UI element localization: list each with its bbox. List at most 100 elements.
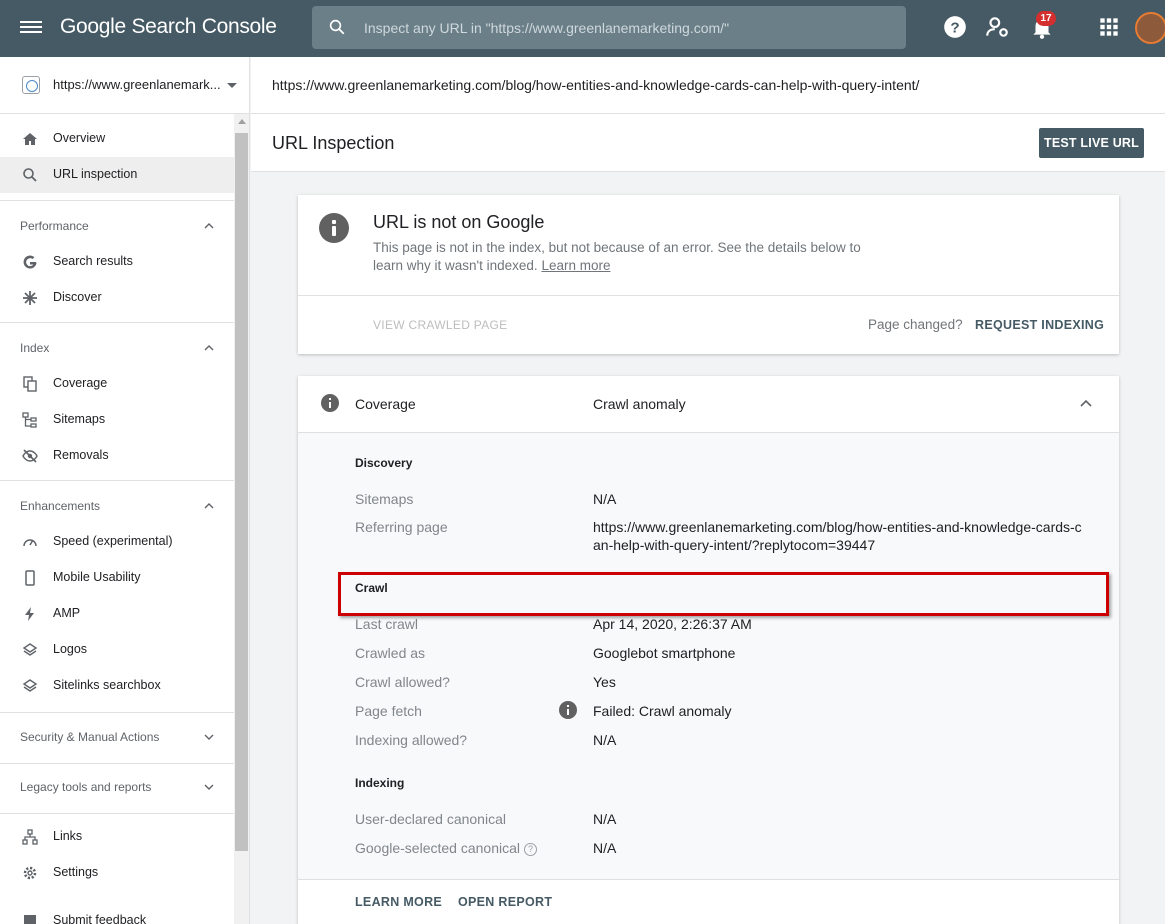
divider <box>0 480 234 481</box>
sidebar-item-amp[interactable]: AMP <box>0 596 234 632</box>
property-selector[interactable]: https://www.greenlanemark... <box>0 57 249 114</box>
crawl-allowed-label: Crawl allowed? <box>355 674 450 690</box>
indexing-allowed-label: Indexing allowed? <box>355 732 468 748</box>
crawled-as-value: Googlebot smartphone <box>593 645 736 661</box>
status-description: This page is not in the index, but not b… <box>373 240 861 273</box>
sidebar-item-logos[interactable]: Logos <box>0 632 234 668</box>
sidebar-item-sitelinks-searchbox[interactable]: Sitelinks searchbox <box>0 668 234 704</box>
crawled-as-label: Crawled as <box>355 645 426 661</box>
lightning-bolt-icon <box>25 607 34 621</box>
links-tree-icon <box>22 829 38 845</box>
property-label: https://www.greenlanemark... <box>53 77 221 92</box>
chevron-up-icon <box>204 345 214 351</box>
sidebar-item-mobile-usability[interactable]: Mobile Usability <box>0 560 234 596</box>
divider <box>0 712 234 713</box>
coverage-header[interactable]: Coverage Crawl anomaly <box>298 376 1119 433</box>
search-input[interactable] <box>364 6 894 49</box>
sidebar-item-removals[interactable]: Removals <box>0 438 234 474</box>
divider <box>0 763 234 764</box>
test-live-url-button[interactable]: TEST LIVE URL <box>1039 128 1144 158</box>
discovery-heading: Discovery <box>355 456 413 470</box>
open-report-button[interactable]: OPEN REPORT <box>458 895 552 909</box>
sidebar-item-links[interactable]: Links <box>0 819 234 855</box>
index-status-card: URL is not on Google This page is not in… <box>298 195 1119 354</box>
google-canonical-row: Google-selected canonical? <box>355 840 537 856</box>
sitemaps-value: N/A <box>593 491 617 507</box>
status-title: URL is not on Google <box>373 212 545 232</box>
google-canonical-label: Google-selected canonical <box>355 840 520 856</box>
last-crawl-label: Last crawl <box>355 616 419 632</box>
user-settings-icon[interactable] <box>984 14 1010 40</box>
apps-grid-icon[interactable] <box>1096 14 1122 40</box>
dropdown-caret-icon <box>227 83 237 88</box>
sidebar-item-search-results[interactable]: Search results <box>0 244 234 280</box>
sidebar-item-sitemaps[interactable]: Sitemaps <box>0 402 234 438</box>
section-legacy-tools[interactable]: Legacy tools and reports <box>0 769 234 805</box>
user-canonical-label: User-declared canonical <box>355 811 506 827</box>
chevron-up-icon[interactable] <box>1080 398 1092 408</box>
coverage-label: Coverage <box>355 396 416 412</box>
speedometer-icon <box>23 539 37 547</box>
search-icon <box>23 168 37 182</box>
help-icon[interactable]: ? <box>942 14 968 40</box>
page-header: URL Inspection TEST LIVE URL <box>251 114 1165 172</box>
account-avatar[interactable] <box>1135 12 1165 44</box>
page-fetch-value: Failed: Crawl anomaly <box>593 703 732 719</box>
url-inspect-search[interactable] <box>312 6 906 49</box>
divider <box>0 322 234 323</box>
divider <box>298 879 1119 880</box>
chevron-up-icon <box>204 503 214 509</box>
search-icon <box>329 19 345 35</box>
request-indexing-button[interactable]: REQUEST INDEXING <box>975 318 1104 332</box>
section-performance[interactable]: Performance <box>0 208 234 244</box>
asterisk-icon <box>23 291 37 305</box>
sidebar-item-discover[interactable]: Discover <box>0 280 234 316</box>
globe-icon <box>22 76 40 94</box>
user-canonical-value: N/A <box>593 811 617 827</box>
info-icon <box>321 394 339 412</box>
section-enhancements[interactable]: Enhancements <box>0 488 234 524</box>
home-icon <box>23 133 37 145</box>
help-question-icon[interactable]: ? <box>524 843 537 856</box>
svg-text:?: ? <box>950 19 959 36</box>
page-title: URL Inspection <box>272 133 395 153</box>
referring-page-value-line1: https://www.greenlanemarketing.com/blog/… <box>593 519 1082 535</box>
hamburger-menu-icon[interactable] <box>20 18 42 40</box>
layers-icon <box>22 679 38 692</box>
section-index[interactable]: Index <box>0 330 234 366</box>
sidebar-item-url-inspection[interactable]: URL inspection <box>0 157 234 193</box>
scroll-up-arrow-icon[interactable] <box>238 119 246 124</box>
sidebar-item-speed[interactable]: Speed (experimental) <box>0 524 234 560</box>
visibility-off-icon <box>22 449 38 463</box>
coverage-value: Crawl anomaly <box>593 396 686 412</box>
sidebar-item-coverage[interactable]: Coverage <box>0 366 234 402</box>
chevron-up-icon <box>204 223 214 229</box>
info-icon[interactable] <box>559 701 577 719</box>
divider <box>0 813 234 814</box>
sidebar-item-settings[interactable]: Settings <box>0 855 234 891</box>
inspected-url-bar: https://www.greenlanemarketing.com/blog/… <box>251 57 1165 114</box>
smartphone-icon <box>25 570 35 586</box>
divider <box>298 295 1119 296</box>
sitemap-icon <box>22 412 37 428</box>
google-canonical-value: N/A <box>593 840 617 856</box>
section-security-manual-actions[interactable]: Security & Manual Actions <box>0 719 234 755</box>
coverage-card: Coverage Crawl anomaly Discovery Sitemap… <box>298 376 1119 924</box>
info-icon <box>319 213 349 243</box>
learn-more-button[interactable]: LEARN MORE <box>355 895 442 909</box>
google-g-icon <box>23 255 37 269</box>
learn-more-link[interactable]: Learn more <box>541 258 610 273</box>
divider <box>0 200 234 201</box>
sidebar-item-overview[interactable]: Overview <box>0 121 234 157</box>
crawl-allowed-value: Yes <box>593 674 616 690</box>
scrollbar-thumb[interactable] <box>235 133 248 851</box>
highlight-annotation-box <box>338 572 1109 616</box>
sidebar-item-submit-feedback[interactable]: Submit feedback <box>0 903 234 924</box>
view-crawled-page-button[interactable]: VIEW CRAWLED PAGE <box>373 318 507 332</box>
notification-count-badge: 17 <box>1036 11 1056 26</box>
referring-page-label: Referring page <box>355 519 448 535</box>
chevron-down-icon <box>204 734 214 740</box>
chevron-down-icon <box>204 784 214 790</box>
referring-page-value-line2: an-help-with-query-intent/?replytocom=39… <box>593 537 876 553</box>
sidebar: https://www.greenlanemark... Overview UR… <box>0 57 250 924</box>
